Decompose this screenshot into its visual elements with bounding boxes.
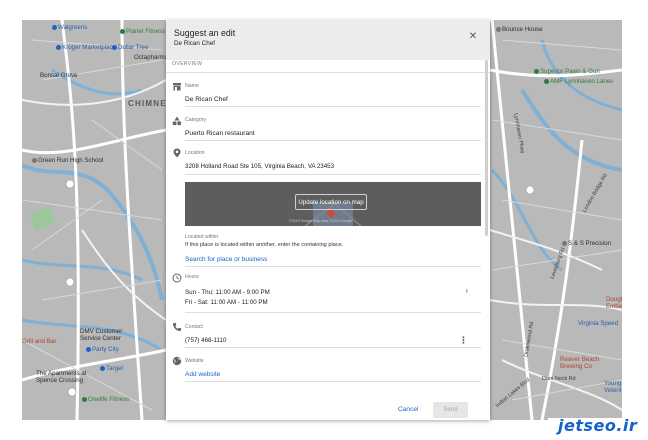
globe-icon [172, 356, 182, 366]
location-field[interactable]: 3208 Holland Road Ste 105, Virginia Beac… [185, 163, 334, 170]
website-underline [185, 381, 481, 382]
name-field[interactable]: De Rican Chef [185, 96, 228, 103]
hours-label: Hours [185, 274, 199, 280]
location-underline [185, 174, 481, 175]
phone-icon [173, 323, 181, 331]
map-place-kroger[interactable]: Kroger Marketplace [56, 44, 116, 51]
map-place-dough[interactable]: Dough Embers [606, 296, 622, 310]
dialog-subtitle: De Rican Chef [174, 40, 215, 47]
category-label: Category [185, 117, 207, 123]
dialog-scrollbar[interactable] [485, 60, 488, 236]
contact-label: Contact [185, 324, 203, 330]
hours-line-2: Fri - Sat: 11:00 AM - 11:00 PM [185, 299, 268, 306]
update-location-button[interactable]: Update location on map [295, 194, 367, 210]
storefront-icon [173, 83, 181, 91]
map-place-bounce-house[interactable]: Bounce House [496, 26, 543, 33]
name-label: Name [185, 83, 199, 89]
clock-icon [172, 273, 182, 283]
map-place-green-run[interactable]: Green Run High School [32, 157, 103, 164]
contact-field[interactable]: (757) 468-1110 [185, 337, 226, 344]
hours-line-1: Sun - Thu: 11:00 AM - 9:00 PM [185, 289, 270, 296]
send-button[interactable]: Send [433, 402, 468, 418]
dialog-title: Suggest an edit [174, 28, 236, 38]
map-place-young[interactable]: Young Veterin [604, 380, 622, 394]
category-icon [172, 116, 182, 126]
location-map-preview[interactable]: Update location on map ©2019 Google Map … [185, 182, 481, 226]
map-place-virginia-speed[interactable]: Virginia Speed [578, 320, 618, 327]
map-place-dmv[interactable]: DMV Customer Service Center [80, 328, 140, 342]
map-credit: ©2019 Google Map data ©2019 Google [289, 219, 353, 223]
contact-more-icon[interactable]: ⋮ [459, 336, 468, 345]
location-pin-icon [173, 148, 181, 158]
dialog-header: Suggest an edit De Rican Chef ✕ [166, 20, 490, 60]
map-area-label: CHIMNE [128, 99, 167, 108]
category-field[interactable]: Puerto Rican restaurant [185, 130, 255, 137]
divider [166, 72, 490, 73]
search-underline [185, 266, 481, 267]
suggest-edit-dialog: Suggest an edit De Rican Chef ✕ OVERVIEW… [166, 20, 490, 420]
map-place-reaver[interactable]: Reaver Beach Brewing Co [560, 356, 612, 370]
watermark: jetseo.ir [558, 416, 638, 435]
map-place-apartments[interactable]: The Apartments at Spence Crossing [36, 370, 90, 384]
located-within-label: Located within [185, 234, 219, 240]
contact-underline [185, 347, 481, 348]
name-underline [185, 106, 481, 107]
map-place-onelife[interactable]: Onelife Fitness [82, 396, 129, 403]
overview-label: OVERVIEW [172, 61, 203, 67]
map-place-target[interactable]: Target [100, 365, 123, 372]
add-website-link[interactable]: Add website [185, 371, 220, 378]
located-within-hint: If this place is located within another,… [185, 242, 344, 248]
location-label: Location [185, 150, 205, 156]
map-place-amf[interactable]: AMF Lynnhaven Lanes [544, 78, 613, 85]
map-place-walgreens[interactable]: Walgreens [52, 24, 87, 31]
map-place-planet-fitness[interactable]: Planet Fitness [120, 28, 165, 35]
hours-chevron-right-icon[interactable]: › [465, 286, 468, 295]
map-place-dollar-tree[interactable]: Dollar Tree [112, 44, 148, 51]
map-place-grill[interactable]: Grill and Bar [22, 338, 56, 345]
category-underline [185, 140, 481, 141]
website-label: Website [185, 358, 204, 364]
search-place-link[interactable]: Search for place or business [185, 256, 267, 263]
map-place-bonsai-grove[interactable]: Bonsai Grove [40, 72, 78, 79]
map-street-dam-neck: Dam Neck Rd [542, 376, 576, 382]
map-place-party-city[interactable]: Party City [86, 346, 119, 353]
map-place-ss-precision[interactable]: S & S Precision [562, 240, 611, 247]
map-place-octapharma[interactable]: Octapharma [134, 54, 168, 61]
close-icon[interactable]: ✕ [466, 30, 480, 44]
hours-divider [185, 312, 481, 313]
cancel-button[interactable]: Cancel [398, 406, 419, 413]
map-place-superior-pawn[interactable]: Superior Pawn & Gun [534, 68, 600, 75]
